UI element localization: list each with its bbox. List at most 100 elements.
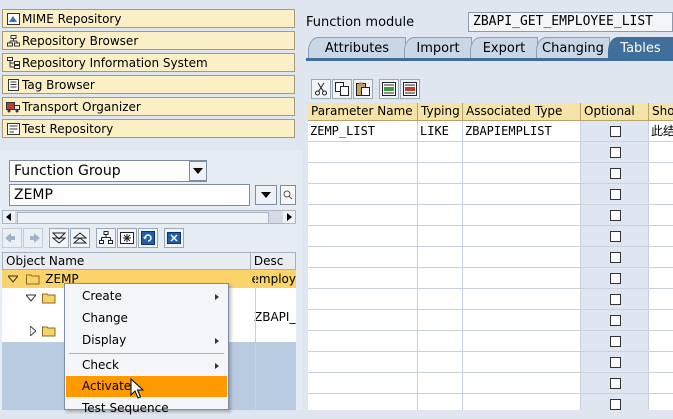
close-browser-button[interactable] [164, 228, 184, 248]
cut-button[interactable] [311, 79, 331, 99]
cell-parameter-name[interactable] [308, 226, 418, 247]
insert-row-button[interactable] [379, 79, 399, 99]
cell-associated-type[interactable] [463, 373, 581, 394]
optional-checkbox[interactable] [610, 209, 621, 221]
nav-item-mime-repository[interactable]: MIME Repository [2, 9, 295, 28]
search-button[interactable] [280, 185, 296, 205]
cell-associated-type[interactable]: ZBAPIEMPLIST [463, 121, 581, 142]
cell-optional[interactable] [581, 184, 649, 205]
cell-short-text[interactable] [649, 226, 673, 247]
cell-typing[interactable] [418, 394, 463, 410]
cell-parameter-name[interactable] [308, 142, 418, 163]
cell-parameter-name[interactable]: ZEMP_LIST [308, 121, 418, 142]
cell-associated-type[interactable] [463, 163, 581, 184]
cell-associated-type[interactable] [463, 352, 581, 373]
cell-parameter-name[interactable] [308, 331, 418, 352]
cell-optional[interactable] [581, 394, 649, 410]
cell-parameter-name[interactable] [308, 184, 418, 205]
optional-checkbox[interactable] [610, 335, 621, 347]
cell-optional[interactable] [581, 352, 649, 373]
optional-checkbox[interactable] [610, 230, 621, 242]
function-module-field[interactable]: ZBAPI_GET_EMPLOYEE_LIST [468, 12, 673, 32]
cell-associated-type[interactable] [463, 310, 581, 331]
cell-short-text[interactable] [649, 163, 673, 184]
cell-parameter-name[interactable] [308, 310, 418, 331]
expand-button[interactable] [49, 228, 69, 248]
cell-optional[interactable] [581, 373, 649, 394]
cell-typing[interactable] [418, 268, 463, 289]
optional-checkbox[interactable] [610, 125, 621, 137]
menu-item-display[interactable]: Display [66, 330, 227, 351]
cell-associated-type[interactable] [463, 142, 581, 163]
horizontal-scrollbar[interactable] [2, 210, 296, 224]
cell-optional[interactable] [581, 163, 649, 184]
delete-row-button[interactable] [400, 79, 420, 99]
cell-optional[interactable] [581, 121, 649, 142]
display-object-list-button[interactable] [117, 228, 137, 248]
cell-short-text[interactable] [649, 310, 673, 331]
cell-short-text[interactable] [649, 268, 673, 289]
column-header-short-text[interactable]: Sho [649, 103, 673, 121]
optional-checkbox[interactable] [610, 377, 621, 389]
cell-typing[interactable] [418, 247, 463, 268]
cell-optional[interactable] [581, 247, 649, 268]
refresh-button[interactable] [138, 228, 158, 248]
optional-checkbox[interactable] [610, 188, 621, 200]
cell-associated-type[interactable] [463, 247, 581, 268]
forward-button[interactable] [23, 228, 43, 248]
column-header-parameter-name[interactable]: Parameter Name [308, 103, 418, 121]
cell-optional[interactable] [581, 205, 649, 226]
object-type-dropdown-button[interactable] [189, 161, 207, 181]
cell-parameter-name[interactable] [308, 394, 418, 410]
cell-short-text[interactable] [649, 289, 673, 310]
object-type-select[interactable]: Function Group [9, 160, 207, 182]
menu-item-check[interactable]: Check [66, 355, 227, 376]
cell-short-text[interactable] [649, 352, 673, 373]
cell-optional[interactable] [581, 268, 649, 289]
cell-typing[interactable] [418, 310, 463, 331]
cell-parameter-name[interactable] [308, 268, 418, 289]
cell-associated-type[interactable] [463, 331, 581, 352]
cell-short-text[interactable] [649, 205, 673, 226]
cell-typing[interactable] [418, 163, 463, 184]
cell-typing[interactable] [418, 331, 463, 352]
cell-associated-type[interactable] [463, 205, 581, 226]
optional-checkbox[interactable] [610, 293, 621, 305]
cell-optional[interactable] [581, 289, 649, 310]
menu-item-activate[interactable]: Activate [66, 376, 227, 397]
cell-typing[interactable] [418, 226, 463, 247]
menu-item-test-sequence[interactable]: Test Sequence [66, 398, 227, 419]
cell-associated-type[interactable] [463, 394, 581, 410]
optional-checkbox[interactable] [610, 314, 621, 326]
cell-optional[interactable] [581, 226, 649, 247]
cell-short-text[interactable] [649, 373, 673, 394]
scroll-thumb[interactable] [17, 212, 269, 224]
optional-checkbox[interactable] [610, 146, 621, 158]
cell-short-text[interactable] [649, 247, 673, 268]
column-header-typing[interactable]: Typing [418, 103, 463, 121]
optional-checkbox[interactable] [610, 272, 621, 284]
optional-checkbox[interactable] [610, 167, 621, 179]
tab-export[interactable]: Export [470, 37, 538, 58]
tab-attributes[interactable]: Attributes [308, 37, 406, 58]
column-header-description[interactable]: Desc [251, 253, 295, 269]
object-name-input[interactable]: ZEMP [9, 184, 250, 206]
tab-import[interactable]: Import [404, 37, 472, 58]
cell-associated-type[interactable] [463, 226, 581, 247]
cell-associated-type[interactable] [463, 268, 581, 289]
cell-typing[interactable]: LIKE [418, 121, 463, 142]
tab-tables[interactable]: Tables [608, 37, 673, 58]
scroll-right-icon[interactable] [283, 211, 295, 223]
cell-associated-type[interactable] [463, 184, 581, 205]
cell-typing[interactable] [418, 184, 463, 205]
cell-parameter-name[interactable] [308, 352, 418, 373]
nav-item-repository-information-system[interactable]: Repository Information System [2, 53, 295, 72]
cell-typing[interactable] [418, 142, 463, 163]
cell-parameter-name[interactable] [308, 247, 418, 268]
back-button[interactable] [2, 228, 22, 248]
column-header-object-name[interactable]: Object Name [3, 253, 251, 269]
nav-item-tag-browser[interactable]: Tag Browser [2, 75, 295, 94]
collapse-button[interactable] [70, 228, 90, 248]
column-header-associated-type[interactable]: Associated Type [463, 103, 581, 121]
cell-parameter-name[interactable] [308, 289, 418, 310]
